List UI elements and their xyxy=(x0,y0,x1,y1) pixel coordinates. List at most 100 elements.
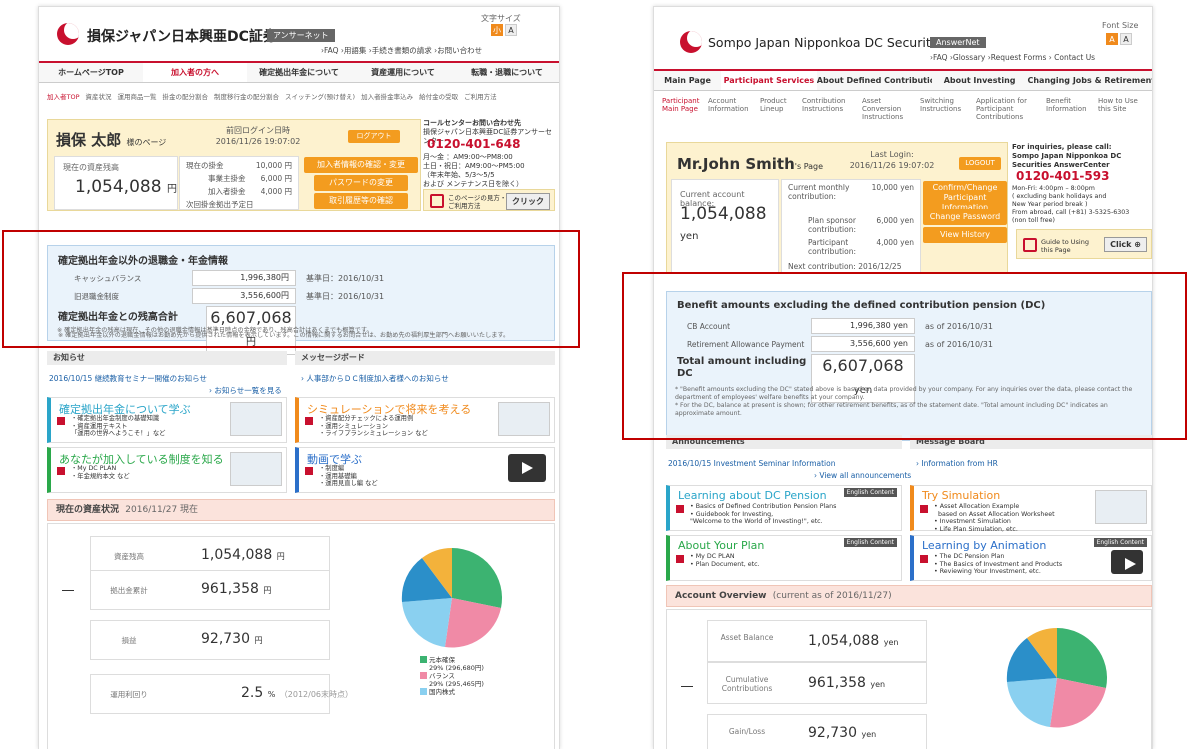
message-board-header: Message Board xyxy=(910,435,1152,449)
learn-card[interactable]: 確定拠出年金について学ぶ ・確定拠出年金制度の基礎知識 ・資産運用テキスト 「運… xyxy=(47,397,287,443)
nav-item[interactable]: 確定拠出年金について xyxy=(247,63,351,82)
contrib-value: 6,000 円 xyxy=(260,174,292,183)
subnav-item[interactable]: Application for Participant Contribution… xyxy=(976,97,1046,121)
user-name: 損保 太郎 様のページ xyxy=(56,131,167,149)
subnav-item[interactable]: ご利用方法 xyxy=(464,91,497,101)
play-video-icon[interactable] xyxy=(1111,550,1143,574)
contrib-value: 4,000 yen xyxy=(876,238,914,247)
participant-info-button[interactable]: 加入者情報の確認・変更 xyxy=(304,157,418,173)
plan-card[interactable]: About Your Plan • My DC PLAN • Plan Docu… xyxy=(666,535,902,581)
simulation-card[interactable]: シミュレーションで将来を考える ・資産配分チェックによる運用例 ・運用シミュレー… xyxy=(295,397,555,443)
guide-icon xyxy=(430,194,444,208)
simulation-card[interactable]: Try Simulation • Asset Allocation Exampl… xyxy=(910,485,1152,533)
subnav-item[interactable]: Benefit Information xyxy=(1046,97,1098,121)
pie-legend: 元本確保 29% (296,680円) バランス 29% (295,465円) … xyxy=(420,656,484,696)
video-card[interactable]: Learning by Animation • The DC Pension P… xyxy=(910,535,1152,581)
total-label: 確定拠出年金との残高合計 xyxy=(58,312,178,323)
change-password-button[interactable]: パスワードの変更 xyxy=(314,175,408,191)
subnav-item[interactable]: 加入者掛金率込み xyxy=(361,91,413,101)
contrib-label: 現在の掛金 xyxy=(186,161,224,170)
nav-item[interactable]: Main Page xyxy=(654,71,721,90)
english-page-panel: Sompo Japan Nipponkoa DC Securities Answ… xyxy=(653,6,1153,749)
news-link[interactable]: 2016/10/15 継続教育セミナー開催のお知らせ xyxy=(49,373,207,384)
view-history-button[interactable]: View History xyxy=(923,227,1007,243)
learn-card[interactable]: Learning about DC Pension • Basics of De… xyxy=(666,485,902,531)
overview-box: 資産残高 1,054,088 円 拠出金累計 961,358 円 損益 92,7… xyxy=(47,523,555,749)
guide-click-button[interactable]: Click ⊕ xyxy=(1104,237,1147,252)
benefit-row-value: 3,556,600 yen xyxy=(811,336,915,352)
nav-item[interactable]: About Defined Contribution xyxy=(817,71,932,90)
benefit-row-label: CB Account xyxy=(687,322,731,331)
news-link[interactable]: 2016/10/15 Investment Seminar Informatio… xyxy=(668,459,835,468)
sub-nav: 加入者TOP 資産状況 運用商品一覧 掛金の配分割合 制度移行金の配分割合 スイ… xyxy=(39,91,559,101)
subnav-item[interactable]: 加入者TOP xyxy=(47,91,80,101)
view-history-button[interactable]: 取引履歴等の確認 xyxy=(314,193,408,209)
play-video-icon[interactable] xyxy=(508,454,546,482)
subnav-item[interactable]: Product Lineup xyxy=(760,97,802,121)
message-link[interactable]: › 人事部からＤＣ制度加入者様へのお知らせ xyxy=(301,373,449,384)
pie-slice xyxy=(452,548,503,608)
overview-label: 損益 xyxy=(121,636,137,645)
plan-card[interactable]: あなたが加入している制度を知る ・My DC PLAN ・年金規約本文 など xyxy=(47,447,287,493)
arrow-icon xyxy=(920,505,928,513)
subnav-item[interactable]: Asset Conversion Instructions xyxy=(862,97,920,121)
font-large-button[interactable]: A xyxy=(1120,33,1132,45)
view-all-link[interactable]: › お知らせ一覧を見る xyxy=(209,385,282,396)
card-title: About Your Plan xyxy=(678,539,765,552)
minus-icon xyxy=(62,590,74,591)
guide-click-button[interactable]: クリック xyxy=(506,193,550,210)
nav-item[interactable]: About Investing xyxy=(932,71,1028,90)
benefit-note: ※ 確定拠出年金の残高は現在、その他の退職金情報は基準日時点の金額であり、残高合… xyxy=(57,327,373,334)
card-desc: ・資産配分チェックによる運用例 ・運用シミュレーション ・ライフプランシミュレー… xyxy=(319,415,428,437)
overview-label: 拠出金累計 xyxy=(110,586,148,595)
overview-value: 92,730 yen xyxy=(808,725,877,741)
subnav-item[interactable]: How to Use this Site xyxy=(1098,97,1138,121)
guide-box[interactable]: Guide to Using this Page Click ⊕ xyxy=(1016,229,1152,259)
card-thumbnail xyxy=(230,402,282,436)
announcements-header: Announcements xyxy=(666,435,902,449)
nav-item[interactable]: 加入者の方へ xyxy=(143,63,247,82)
guide-icon xyxy=(1023,238,1037,252)
view-all-link[interactable]: › View all announcements xyxy=(814,471,911,480)
nav-item[interactable]: 転職・退職について xyxy=(455,63,559,82)
nav-item[interactable]: 資産運用について xyxy=(351,63,455,82)
brand-name: 損保ジャパン日本興亜DC証券 xyxy=(87,29,277,45)
overview-value: 961,358 yen xyxy=(808,675,886,691)
last-login: Last Login: 2016/11/26 19:07:02 xyxy=(849,150,935,170)
message-link[interactable]: › Information from HR xyxy=(916,459,998,468)
balance-box: Current account balance: 1,054,088 yen xyxy=(671,179,779,273)
subnav-item[interactable]: 運用商品一覧 xyxy=(118,91,157,101)
subnav-item[interactable]: Account Information xyxy=(708,97,760,121)
change-password-button[interactable]: Change Password xyxy=(923,209,1007,225)
overview-value: 961,358 円 xyxy=(201,581,272,597)
answer-net-badge: AnswerNet xyxy=(930,37,986,48)
subnav-item[interactable]: Switching Instructions xyxy=(920,97,976,121)
top-links[interactable]: ›FAQ ›用語集 ›手続き書類の請求 ›お問い合わせ xyxy=(321,45,482,56)
subnav-item[interactable]: 制度移行金の配分割合 xyxy=(214,91,279,101)
nav-item[interactable]: Participant Services xyxy=(721,71,817,90)
minus-icon xyxy=(681,686,693,687)
overview-box: Asset Balance 1,054,088 yen Cumulative C… xyxy=(666,609,1152,749)
benefit-row-basis: as of 2016/10/31 xyxy=(925,322,993,331)
contrib-label: Plan sponsor contribution: xyxy=(808,216,856,234)
nav-item[interactable]: ホームページTOP xyxy=(39,63,143,82)
overview-value: 1,054,088 yen xyxy=(808,633,899,649)
logout-button[interactable]: ログアウト xyxy=(348,130,400,143)
english-content-badge: English Content xyxy=(1093,538,1147,547)
subnav-item[interactable]: Participant Main Page xyxy=(662,97,708,121)
font-small-button[interactable]: A xyxy=(1106,33,1118,45)
font-large-button[interactable]: A xyxy=(505,24,517,36)
subnav-item[interactable]: 資産状況 xyxy=(86,91,112,101)
subnav-item[interactable]: 給付金の受取 xyxy=(419,91,458,101)
video-card[interactable]: 動画で学ぶ ・制度編 ・運用基礎編 ・運用見直し編 など xyxy=(295,447,555,493)
logout-button[interactable]: LOGOUT xyxy=(959,157,1001,170)
nav-item[interactable]: Changing Jobs & Retirement xyxy=(1027,71,1152,90)
top-links[interactable]: ›FAQ ›Glossary ›Request Forms › Contact … xyxy=(930,53,1095,62)
subnav-item[interactable]: スイッチング(預け替え) xyxy=(285,91,355,101)
pie-slice xyxy=(1007,678,1057,727)
subnav-item[interactable]: 掛金の配分割合 xyxy=(163,91,209,101)
guide-box[interactable]: このページの見方・ご利用方法 クリック xyxy=(423,189,555,211)
font-small-button[interactable]: 小 xyxy=(491,24,503,36)
benefit-title: 確定拠出年金以外の退職金・年金情報 xyxy=(58,256,228,267)
subnav-item[interactable]: Contribution Instructions xyxy=(802,97,862,121)
